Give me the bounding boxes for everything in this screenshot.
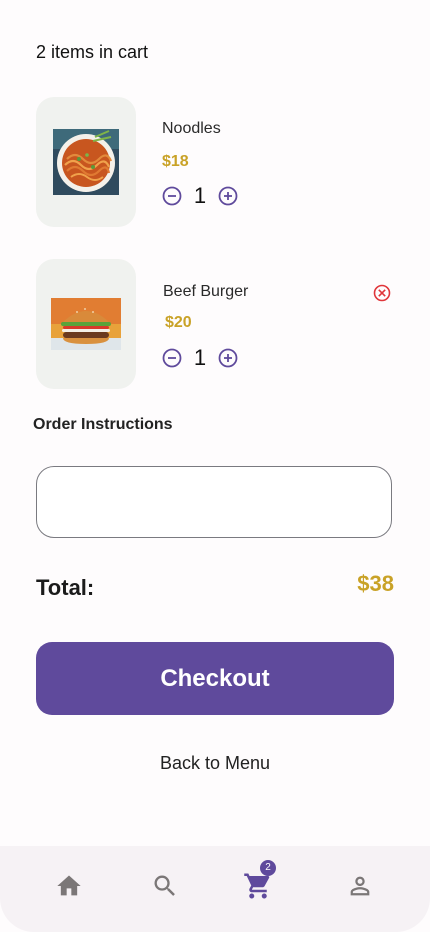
bottom-navigation: 2 [0, 846, 430, 932]
quantity-stepper: 1 [161, 183, 239, 209]
cart-item-count: 2 items in cart [36, 42, 149, 62]
quantity-value: 1 [193, 183, 207, 208]
quantity-stepper: 1 [161, 345, 239, 371]
item-price: $20 [165, 314, 192, 331]
cart-badge: 2 [260, 860, 276, 876]
back-to-menu-link[interactable]: Back to Menu [0, 753, 430, 774]
cart-item-noodles: Noodles $18 1 [36, 97, 396, 227]
close-circle-icon [373, 284, 391, 302]
home-icon [57, 875, 81, 896]
total-value: $38 [357, 571, 394, 596]
increase-quantity-button[interactable] [217, 347, 239, 369]
remove-item-button[interactable] [372, 283, 392, 303]
nav-cart[interactable]: 2 [242, 860, 276, 902]
item-price: $18 [162, 153, 189, 170]
nav-home[interactable] [53, 870, 85, 902]
search-icon [154, 875, 175, 896]
minus-circle-icon [162, 186, 182, 206]
item-thumbnail [36, 259, 136, 389]
item-name: Beef Burger [163, 283, 249, 300]
checkout-button[interactable]: Checkout [36, 642, 394, 715]
nav-profile[interactable] [344, 870, 376, 902]
person-icon [350, 876, 370, 896]
nav-search[interactable] [149, 870, 181, 902]
order-instructions-input[interactable] [36, 466, 392, 538]
item-name: Noodles [162, 120, 221, 137]
plus-circle-icon [218, 186, 238, 206]
item-thumbnail [36, 97, 136, 227]
cart-item-beef-burger: Beef Burger $20 1 [36, 259, 396, 389]
plus-circle-icon [218, 348, 238, 368]
order-instructions-label: Order Instructions [33, 416, 173, 433]
increase-quantity-button[interactable] [217, 185, 239, 207]
decrease-quantity-button[interactable] [161, 185, 183, 207]
burger-image [51, 298, 121, 350]
minus-circle-icon [162, 348, 182, 368]
noodles-image [53, 129, 119, 195]
quantity-value: 1 [193, 345, 207, 370]
decrease-quantity-button[interactable] [161, 347, 183, 369]
total-label: Total: [36, 575, 95, 600]
